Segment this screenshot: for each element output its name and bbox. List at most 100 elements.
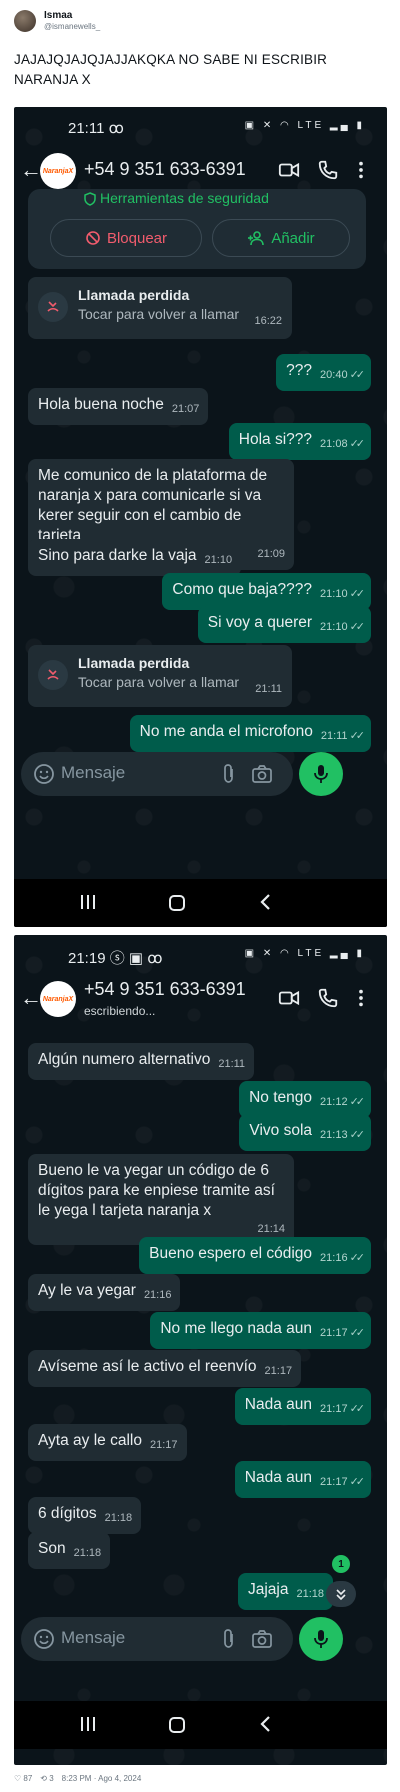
unread-count-badge[interactable]: 1 — [332, 1555, 350, 1573]
message-bubble-out[interactable]: No me anda el microfono 21:11 ✓✓ — [129, 715, 371, 752]
message-time: 21:10 — [320, 621, 348, 633]
message-bubble-in[interactable]: Hola buena noche 21:07 — [28, 388, 209, 425]
recent-apps-icon[interactable] — [78, 893, 98, 911]
add-contact-icon — [248, 231, 265, 246]
message-bubble-out[interactable]: No tengo 21:12 ✓✓ — [239, 1081, 371, 1118]
home-icon[interactable] — [167, 893, 187, 913]
message-time: 21:16 — [320, 1252, 348, 1264]
security-title[interactable]: Herramientas de seguridad — [100, 190, 269, 206]
camera-icon[interactable] — [251, 1628, 273, 1650]
message-input[interactable]: Mensaje — [61, 763, 125, 783]
phone-icon[interactable] — [317, 987, 339, 1009]
message-bubble-in[interactable]: Avíseme así le activo el reenvío 21:17 — [28, 1350, 302, 1387]
missed-call-card[interactable]: Llamada perdida Tocar para volver a llam… — [28, 277, 292, 339]
home-icon[interactable] — [167, 1715, 187, 1735]
message-time: 21:17 — [264, 1365, 293, 1377]
message-bubble-out[interactable]: Como que baja???? 21:10 ✓✓ — [162, 573, 371, 610]
message-text: No tengo — [249, 1089, 313, 1106]
message-bubble-out[interactable]: Bueno espero el código 21:16 ✓✓ — [139, 1237, 371, 1274]
more-vert-icon[interactable] — [350, 987, 372, 1009]
message-text: Hola si??? — [238, 431, 313, 448]
read-ticks-icon: ✓✓ — [349, 438, 366, 450]
back-arrow-icon[interactable]: ← — [20, 157, 42, 183]
block-button[interactable]: Bloquear — [50, 219, 202, 257]
attach-icon[interactable] — [219, 763, 239, 785]
message-text: Vivo sola — [249, 1122, 313, 1139]
user-handle[interactable]: @ismanewells_ — [44, 21, 100, 32]
message-time: 21:18 — [104, 1512, 133, 1524]
message-bubble-out[interactable]: Si voy a querer 21:10 ✓✓ — [197, 606, 371, 643]
mic-icon — [314, 765, 328, 783]
message-text: Nada aun — [244, 1469, 313, 1486]
status-icons: ▣ ✕ ◠ LTE ▂▄ ▮ — [244, 948, 365, 959]
message-time: 21:18 — [296, 1588, 324, 1600]
status-bar: 21:19 ⓢ ▣ ꝏ ▣ ✕ ◠ LTE ▂▄ ▮ — [14, 935, 387, 975]
message-bubble-out[interactable]: ??? 20:40 ✓✓ — [276, 354, 371, 391]
mic-button[interactable] — [299, 1617, 343, 1661]
read-ticks-icon: ✓✓ — [349, 730, 366, 742]
message-bubble-out[interactable]: Nada aun 21:17 ✓✓ — [234, 1388, 371, 1425]
message-bubble-in[interactable]: Ay le va yegar 21:16 — [28, 1274, 181, 1311]
message-bubble-in[interactable]: 6 dígitos 21:18 — [28, 1497, 142, 1534]
video-call-icon[interactable] — [278, 987, 300, 1009]
status-icons: ▣ ✕ ◠ LTE ▂▄ ▮ — [244, 120, 365, 131]
attach-icon[interactable] — [219, 1628, 239, 1650]
display-name[interactable]: Ismaa — [44, 10, 100, 21]
read-ticks-icon: ✓✓ — [349, 1252, 366, 1264]
message-time: 21:10 — [204, 554, 233, 566]
status-time: 21:11 ꝏ — [68, 120, 124, 137]
video-call-icon[interactable] — [278, 159, 300, 181]
message-text: Bueno espero el código — [149, 1245, 313, 1262]
message-bubble-out[interactable]: Vivo sola 21:13 ✓✓ — [239, 1114, 371, 1151]
message-input-bar[interactable]: Mensaje — [21, 752, 293, 796]
tweet-text: JAJAJQJAJQJAJJAKQKA NO SABE NI ESCRIBIR … — [14, 52, 328, 87]
emoji-icon[interactable] — [33, 763, 55, 785]
message-bubble-in[interactable]: Sino para darke la vaja 21:10 — [28, 539, 242, 576]
message-time: 21:17 — [320, 1476, 348, 1488]
message-input[interactable]: Mensaje — [61, 1628, 125, 1648]
retweet-count[interactable]: ⟲ 3 — [40, 1774, 53, 1783]
read-ticks-icon: ✓✓ — [349, 369, 366, 381]
avatar[interactable] — [14, 10, 36, 32]
message-text: Me comunico de la plataforma de naranja … — [38, 467, 268, 544]
mic-button[interactable] — [299, 752, 343, 796]
phone-icon[interactable] — [317, 159, 339, 181]
mic-icon — [314, 1630, 328, 1648]
status-bar: 21:11 ꝏ ▣ ✕ ◠ LTE ▂▄ ▮ — [14, 107, 387, 147]
contact-avatar[interactable]: NaranjaX — [40, 981, 76, 1017]
missed-call-icon — [38, 660, 68, 690]
message-bubble-in[interactable]: Son 21:18 — [28, 1532, 111, 1569]
message-bubble-out[interactable]: Jajaja 21:18 — [237, 1573, 333, 1610]
call-time: 16:22 — [254, 315, 282, 327]
contact-name[interactable]: +54 9 351 633-6391 — [84, 159, 246, 180]
contact-avatar[interactable]: NaranjaX — [40, 153, 76, 189]
contact-name[interactable]: +54 9 351 633-6391 — [84, 979, 246, 1000]
message-bubble-out[interactable]: Nada aun 21:17 ✓✓ — [234, 1461, 371, 1498]
recent-apps-icon[interactable] — [78, 1715, 98, 1733]
scroll-down-button[interactable] — [326, 1581, 356, 1607]
message-bubble-out[interactable]: No me llego nada aun 21:17 ✓✓ — [150, 1312, 371, 1349]
android-nav-bar — [14, 1701, 387, 1749]
nav-back-icon[interactable] — [258, 893, 272, 911]
tweet-author: Ismaa @ismanewells_ — [44, 10, 100, 32]
message-input-bar[interactable]: Mensaje — [21, 1617, 293, 1661]
missed-call-card[interactable]: Llamada perdida Tocar para volver a llam… — [28, 645, 292, 707]
like-count[interactable]: ♡ 87 — [14, 1774, 32, 1783]
call-title: Llamada perdida — [78, 287, 190, 303]
nav-back-icon[interactable] — [258, 1715, 272, 1733]
message-time: 21:08 — [320, 438, 348, 450]
back-arrow-icon[interactable]: ← — [20, 985, 42, 1011]
add-label: Añadir — [271, 229, 315, 247]
message-bubble-in[interactable]: Bueno le va yegar un código de 6 dígitos… — [28, 1154, 294, 1245]
add-contact-button[interactable]: Añadir — [212, 219, 350, 257]
message-time: 21:11 — [320, 730, 348, 742]
message-bubble-in[interactable]: Ayta ay le callo 21:17 — [28, 1424, 187, 1461]
emoji-icon[interactable] — [33, 1628, 55, 1650]
tweet-timestamp[interactable]: 8:23 PM · Ago 4, 2024 — [62, 1774, 142, 1783]
message-bubble-out[interactable]: Hola si??? 21:08 ✓✓ — [228, 423, 371, 460]
more-vert-icon[interactable] — [350, 159, 372, 181]
message-time: 20:40 — [320, 369, 348, 381]
missed-call-icon — [38, 292, 68, 322]
camera-icon[interactable] — [251, 763, 273, 785]
message-bubble-in[interactable]: Algún numero alternativo 21:11 — [28, 1043, 255, 1080]
